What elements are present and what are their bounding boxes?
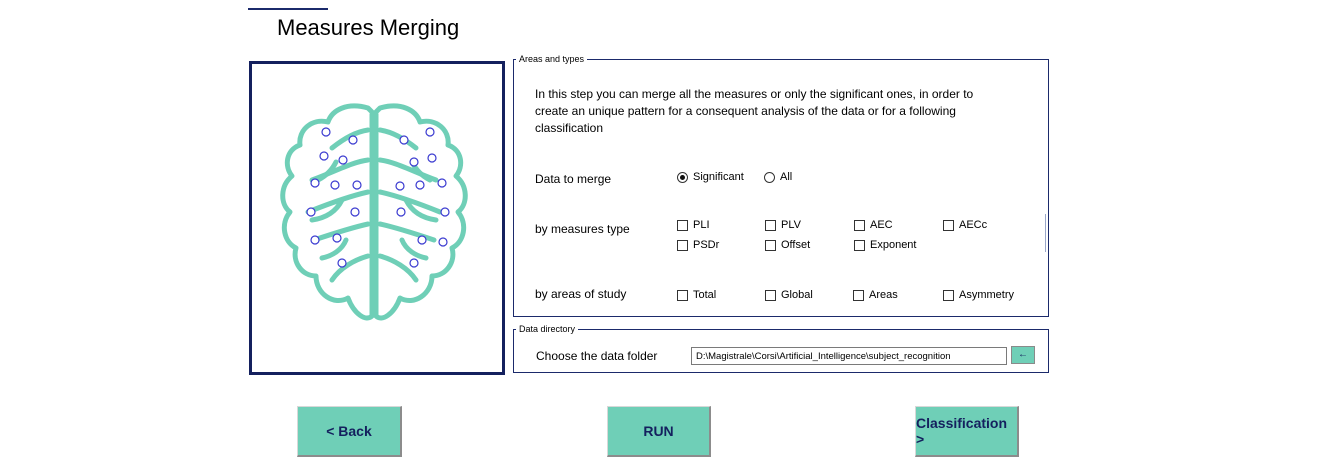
checkbox-areas[interactable]: Areas (853, 289, 898, 301)
checkbox-exponent-label: Exponent (870, 239, 917, 251)
checkbox-global-box[interactable] (765, 289, 776, 301)
radio-all[interactable]: All (764, 171, 792, 183)
data-to-merge-label: Data to merge (535, 172, 612, 186)
title-accent-line (248, 8, 328, 10)
checkbox-asymmetry-label: Asymmetry (959, 289, 1014, 301)
run-button[interactable]: RUN (607, 406, 711, 457)
checkbox-exponent-box[interactable] (854, 239, 865, 251)
checkbox-aec-box[interactable] (854, 219, 865, 231)
checkbox-areas-box[interactable] (853, 289, 864, 301)
scroll-indicator (1045, 214, 1046, 252)
checkbox-offset-box[interactable] (765, 239, 776, 251)
data-folder-path-field[interactable]: D:\Magistrale\Corsi\Artificial_Intellige… (691, 347, 1007, 365)
step-description: In this step you can merge all the measu… (535, 87, 974, 135)
brain-icon (280, 103, 468, 321)
checkbox-asymmetry[interactable]: Asymmetry (943, 289, 1014, 301)
data-directory-group: Data directory Choose the data folder D:… (513, 324, 1049, 373)
data-directory-legend: Data directory (519, 324, 576, 334)
checkbox-pli-label: PLI (693, 219, 710, 231)
checkbox-psdr-label: PSDr (693, 239, 720, 251)
radio-all-label: All (780, 171, 793, 183)
by-areas-of-study-label: by areas of study (535, 287, 627, 301)
checkbox-pli[interactable]: PLI (677, 219, 710, 231)
checkbox-psdr[interactable]: PSDr (677, 239, 719, 251)
checkbox-total-label: Total (693, 289, 717, 301)
areas-and-types-legend: Areas and types (519, 54, 585, 64)
checkbox-pli-box[interactable] (677, 219, 688, 231)
checkbox-aecc-label: AECc (959, 219, 988, 231)
browse-folder-button[interactable]: ← (1011, 346, 1035, 364)
checkbox-aec-label: AEC (870, 219, 893, 231)
checkbox-global[interactable]: Global (765, 289, 813, 301)
radio-significant-label: Significant (693, 171, 744, 183)
checkbox-plv-box[interactable] (765, 219, 776, 231)
checkbox-offset-label: Offset (781, 239, 811, 251)
checkbox-aec[interactable]: AEC (854, 219, 893, 231)
by-measures-type-label: by measures type (535, 222, 630, 236)
checkbox-areas-label: Areas (869, 289, 898, 301)
back-button[interactable]: < Back (297, 406, 402, 457)
checkbox-exponent[interactable]: Exponent (854, 239, 916, 251)
checkbox-aecc[interactable]: AECc (943, 219, 987, 231)
radio-significant[interactable]: Significant (677, 171, 744, 183)
checkbox-global-label: Global (781, 289, 813, 301)
radio-all-indicator[interactable] (764, 171, 775, 183)
radio-significant-indicator[interactable] (677, 171, 688, 183)
checkbox-asymmetry-box[interactable] (943, 289, 954, 301)
checkbox-offset[interactable]: Offset (765, 239, 810, 251)
checkbox-plv[interactable]: PLV (765, 219, 801, 231)
checkbox-total-box[interactable] (677, 289, 688, 301)
checkbox-aecc-box[interactable] (943, 219, 954, 231)
checkbox-plv-label: PLV (781, 219, 801, 231)
checkbox-psdr-box[interactable] (677, 239, 688, 251)
brain-image-frame (249, 61, 505, 375)
areas-and-types-group: Areas and types In this step you can mer… (513, 54, 1049, 317)
classification-button[interactable]: Classification > (915, 406, 1019, 457)
choose-folder-label: Choose the data folder (536, 349, 658, 363)
checkbox-total[interactable]: Total (677, 289, 716, 301)
page-title: Measures Merging (277, 15, 460, 40)
